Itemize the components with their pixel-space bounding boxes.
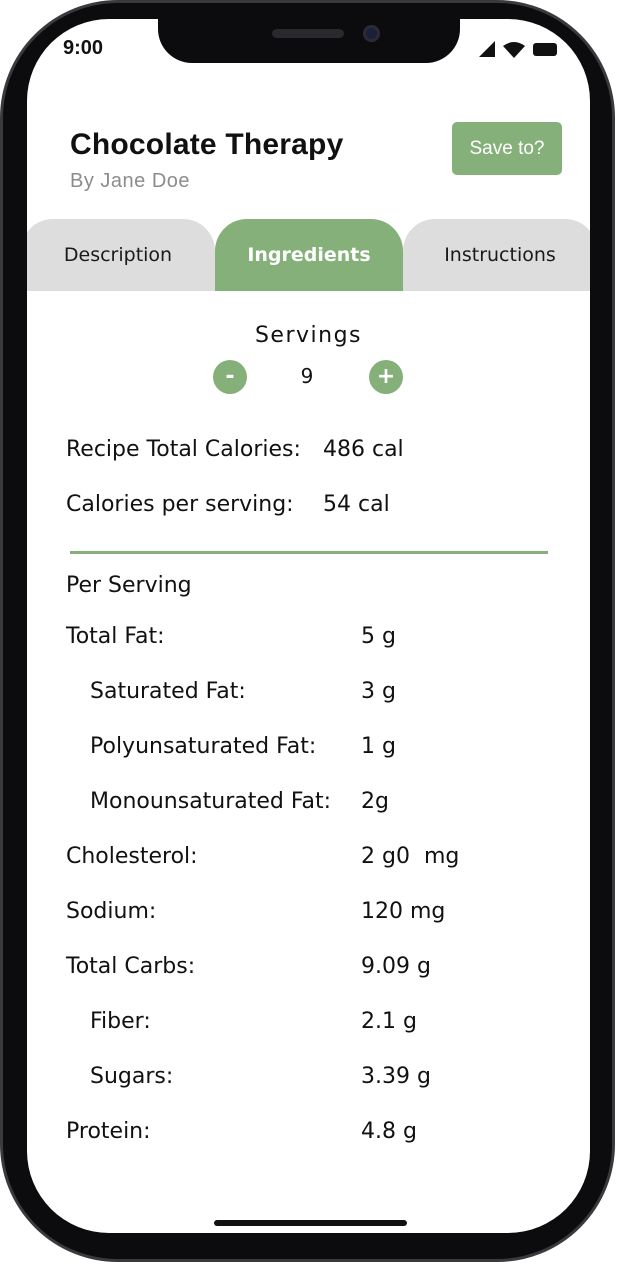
nutrition-row: Total Fat: 5 g xyxy=(66,624,546,654)
status-icons xyxy=(479,41,557,58)
nutrient-value: 2 g0 mg xyxy=(361,844,460,869)
notch xyxy=(158,19,460,63)
nutrition-row: Sugars: 3.39 g xyxy=(66,1064,546,1094)
battery-icon xyxy=(533,43,557,56)
nutrient-label: Sugars: xyxy=(90,1064,174,1089)
nutrition-row: Polyunsaturated Fat: 1 g xyxy=(66,734,546,764)
nutrient-label: Protein: xyxy=(66,1119,151,1144)
calories-per-serving-value: 54 cal xyxy=(323,492,390,517)
home-indicator[interactable] xyxy=(214,1220,407,1226)
total-calories-label: Recipe Total Calories: xyxy=(66,437,301,462)
tab-description[interactable]: Description xyxy=(27,219,215,291)
tab-ingredients[interactable]: Ingredients xyxy=(215,219,403,291)
calories-per-serving-label: Calories per serving: xyxy=(66,492,294,517)
nutrition-row: Saturated Fat: 3 g xyxy=(66,679,546,709)
nutrient-label: Monounsaturated Fat: xyxy=(90,789,332,814)
recipe-author: By Jane Doe xyxy=(70,170,191,192)
servings-label: Servings xyxy=(254,323,363,348)
nutrient-value: 3 g xyxy=(361,679,396,704)
camera-icon xyxy=(363,25,380,42)
nutrient-label: Saturated Fat: xyxy=(90,679,246,704)
nutrient-value: 2.1 g xyxy=(361,1009,417,1034)
increment-servings-button[interactable]: + xyxy=(369,360,403,394)
nutrient-label: Total Fat: xyxy=(66,624,165,649)
nutrient-value: 4.8 g xyxy=(361,1119,417,1144)
per-serving-heading: Per Serving xyxy=(66,573,192,598)
nutrient-value: 120 mg xyxy=(361,899,446,924)
nutrition-row: Total Carbs: 9.09 g xyxy=(66,954,546,984)
nutrient-label: Fiber: xyxy=(90,1009,151,1034)
wifi-icon xyxy=(503,42,525,58)
nutrition-row: Protein: 4.8 g xyxy=(66,1119,546,1149)
nutrient-label: Cholesterol: xyxy=(66,844,198,869)
plus-icon: + xyxy=(376,364,396,389)
nutrition-row: Fiber: 2.1 g xyxy=(66,1009,546,1039)
total-calories-value: 486 cal xyxy=(323,437,404,462)
speaker-grille xyxy=(272,29,344,38)
tab-instructions[interactable]: Instructions xyxy=(403,219,590,291)
status-time: 9:00 xyxy=(63,37,104,59)
calories-per-serving-row: Calories per serving: 54 cal xyxy=(66,492,390,517)
signal-icon xyxy=(479,41,495,57)
nutrient-label: Total Carbs: xyxy=(66,954,196,979)
minus-icon: - xyxy=(225,364,235,389)
phone-frame: 9:00 Chocolate Therapy By Jane Doe Save … xyxy=(0,0,615,1262)
nutrient-value: 1 g xyxy=(361,734,396,759)
total-calories-row: Recipe Total Calories: 486 cal xyxy=(66,437,404,462)
nutrient-value: 3.39 g xyxy=(361,1064,431,1089)
divider xyxy=(70,551,548,554)
recipe-title: Chocolate Therapy xyxy=(70,128,344,161)
tab-bar: Description Instructions Ingredients xyxy=(27,219,590,291)
app-screen: 9:00 Chocolate Therapy By Jane Doe Save … xyxy=(27,19,590,1233)
nutrient-label: Polyunsaturated Fat: xyxy=(90,734,317,759)
decrement-servings-button[interactable]: - xyxy=(213,360,247,394)
save-to-button[interactable]: Save to? xyxy=(452,122,562,175)
servings-value: 9 xyxy=(300,364,314,388)
nutrient-value: 5 g xyxy=(361,624,396,649)
nutrition-row: Cholesterol: 2 g0 mg xyxy=(66,844,546,874)
nutrient-value: 2g xyxy=(361,789,389,814)
nutrition-row: Monounsaturated Fat: 2g xyxy=(66,789,546,819)
nutrient-value: 9.09 g xyxy=(361,954,431,979)
nutrition-row: Sodium: 120 mg xyxy=(66,899,546,929)
nutrient-label: Sodium: xyxy=(66,899,157,924)
